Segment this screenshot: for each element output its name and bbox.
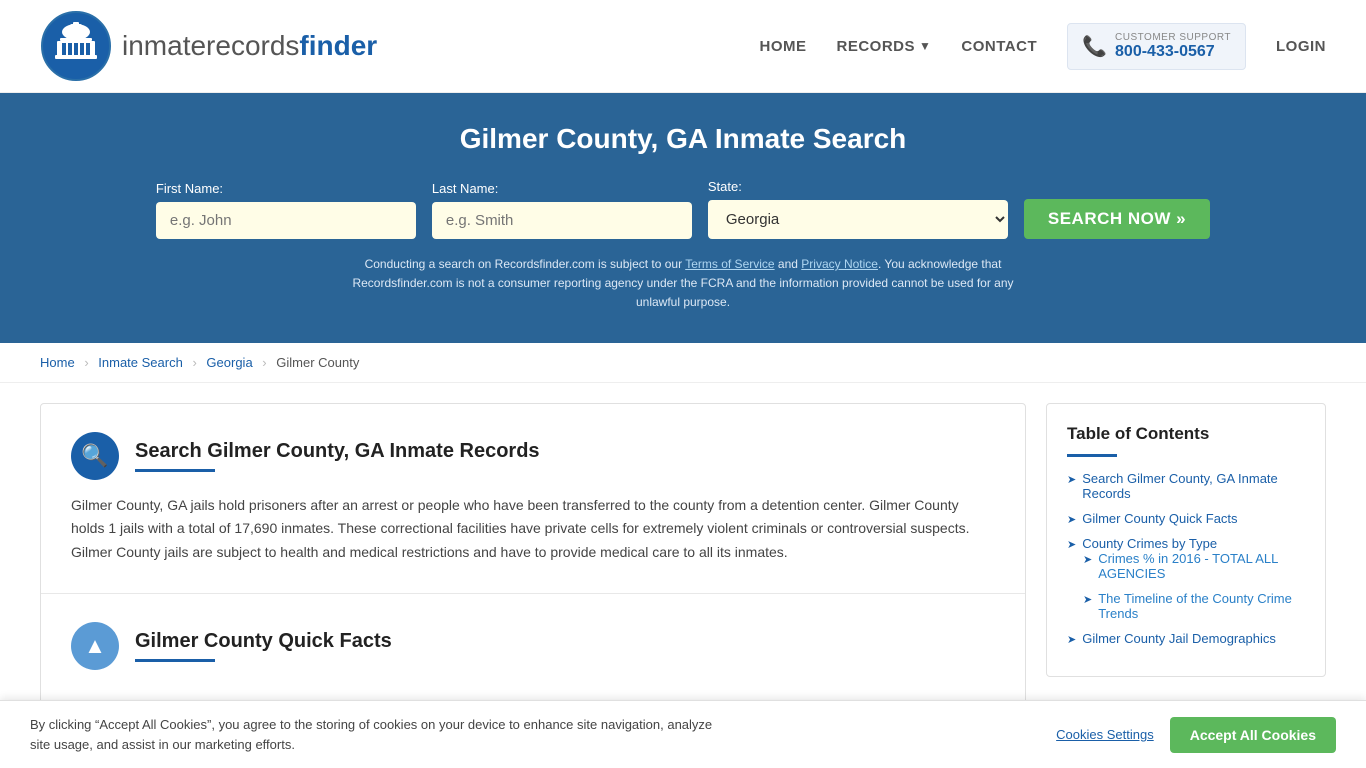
logo-icon xyxy=(40,10,112,82)
section2-title: Gilmer County Quick Facts xyxy=(135,630,392,653)
alert-icon-circle: ▲ xyxy=(71,622,119,670)
terms-link[interactable]: Terms of Service xyxy=(685,257,774,271)
state-label: State: xyxy=(708,179,742,194)
section1-header: 🔍 Search Gilmer County, GA Inmate Record… xyxy=(71,432,995,480)
chevron-right-icon-1: ➤ xyxy=(1067,513,1076,526)
site-header: inmaterecordsfinder HOME RECORDS ▼ CONTA… xyxy=(0,0,1366,93)
main-content: 🔍 Search Gilmer County, GA Inmate Record… xyxy=(40,403,1026,714)
hero-section: Gilmer County, GA Inmate Search First Na… xyxy=(0,93,1366,343)
phone-icon: 📞 xyxy=(1082,34,1107,59)
state-group: State: Georgia Alabama Alaska Arizona Ca… xyxy=(708,179,1008,239)
state-select[interactable]: Georgia Alabama Alaska Arizona Californi… xyxy=(708,200,1008,239)
toc-sub-link-1[interactable]: ➤ The Timeline of the County Crime Trend… xyxy=(1083,591,1305,621)
toc-divider xyxy=(1067,454,1117,457)
sidebar: Table of Contents ➤ Search Gilmer County… xyxy=(1046,403,1326,677)
cookie-banner: By clicking “Accept All Cookies”, you ag… xyxy=(0,700,1366,768)
toc-sub-item-1: ➤ The Timeline of the County Crime Trend… xyxy=(1083,591,1305,621)
toc-item-5: ➤ Gilmer County Jail Demographics xyxy=(1067,631,1305,646)
search-form: First Name: Last Name: State: Georgia Al… xyxy=(40,179,1326,239)
last-name-input[interactable] xyxy=(432,202,692,239)
breadcrumb-sep-1: › xyxy=(84,355,88,370)
chevron-right-icon-5: ➤ xyxy=(1067,633,1076,646)
breadcrumb: Home › Inmate Search › Georgia › Gilmer … xyxy=(0,343,1366,383)
toc-link-1[interactable]: ➤ Gilmer County Quick Facts xyxy=(1067,511,1305,526)
support-info: CUSTOMER SUPPORT 800-433-0567 xyxy=(1115,32,1231,61)
breadcrumb-home[interactable]: Home xyxy=(40,355,75,370)
toc-item-0: ➤ Search Gilmer County, GA Inmate Record… xyxy=(1067,471,1305,501)
breadcrumb-current: Gilmer County xyxy=(276,355,359,370)
toc-title: Table of Contents xyxy=(1067,424,1305,444)
logo[interactable]: inmaterecordsfinder xyxy=(40,10,377,82)
last-name-label: Last Name: xyxy=(432,181,498,196)
quick-facts-section: ▲ Gilmer County Quick Facts xyxy=(41,594,1025,713)
warning-icon: ▲ xyxy=(84,633,106,659)
cookie-actions: Cookies Settings Accept All Cookies xyxy=(1056,717,1336,753)
breadcrumb-sep-3: › xyxy=(262,355,266,370)
breadcrumb-sep-2: › xyxy=(192,355,196,370)
first-name-input[interactable] xyxy=(156,202,416,239)
breadcrumb-inmate-search[interactable]: Inmate Search xyxy=(98,355,183,370)
toc-item-2: ➤ County Crimes by Type ➤ Crimes % in 20… xyxy=(1067,536,1305,621)
search-records-section: 🔍 Search Gilmer County, GA Inmate Record… xyxy=(41,404,1025,594)
section2-title-block: Gilmer County Quick Facts xyxy=(135,630,392,662)
customer-support-box[interactable]: 📞 CUSTOMER SUPPORT 800-433-0567 xyxy=(1067,23,1246,70)
chevron-right-icon-0: ➤ xyxy=(1067,473,1076,486)
search-icon-circle: 🔍 xyxy=(71,432,119,480)
section1-title-block: Search Gilmer County, GA Inmate Records xyxy=(135,440,540,472)
nav-login[interactable]: LOGIN xyxy=(1276,38,1326,55)
page-title: Gilmer County, GA Inmate Search xyxy=(40,123,1326,155)
cookie-accept-button[interactable]: Accept All Cookies xyxy=(1170,717,1336,753)
magnifier-icon: 🔍 xyxy=(81,443,108,469)
section2-underline xyxy=(135,659,215,662)
first-name-group: First Name: xyxy=(156,181,416,239)
nav-contact[interactable]: CONTACT xyxy=(961,38,1037,55)
main-nav: HOME RECORDS ▼ CONTACT 📞 CUSTOMER SUPPOR… xyxy=(759,23,1326,70)
logo-text: inmaterecordsfinder xyxy=(122,30,377,62)
chevron-right-sub-icon-0: ➤ xyxy=(1083,553,1092,566)
cookie-settings-button[interactable]: Cookies Settings xyxy=(1056,727,1154,742)
nav-records[interactable]: RECORDS ▼ xyxy=(836,38,931,55)
chevron-right-icon-2: ➤ xyxy=(1067,538,1076,551)
chevron-down-icon: ▼ xyxy=(919,39,931,53)
privacy-link[interactable]: Privacy Notice xyxy=(801,257,878,271)
breadcrumb-georgia[interactable]: Georgia xyxy=(206,355,252,370)
section2-header: ▲ Gilmer County Quick Facts xyxy=(71,622,995,670)
toc-link-2[interactable]: ➤ County Crimes by Type xyxy=(1067,536,1305,551)
content-area: 🔍 Search Gilmer County, GA Inmate Record… xyxy=(0,383,1366,734)
toc-sub-item-0: ➤ Crimes % in 2016 - TOTAL ALL AGENCIES xyxy=(1083,551,1305,581)
toc-link-0[interactable]: ➤ Search Gilmer County, GA Inmate Record… xyxy=(1067,471,1305,501)
section1-title: Search Gilmer County, GA Inmate Records xyxy=(135,440,540,463)
toc-list: ➤ Search Gilmer County, GA Inmate Record… xyxy=(1067,471,1305,646)
hero-disclaimer: Conducting a search on Recordsfinder.com… xyxy=(333,255,1033,313)
toc-sub-link-0[interactable]: ➤ Crimes % in 2016 - TOTAL ALL AGENCIES xyxy=(1083,551,1305,581)
cookie-text: By clicking “Accept All Cookies”, you ag… xyxy=(30,715,730,754)
nav-home[interactable]: HOME xyxy=(759,38,806,55)
toc-sub-list: ➤ Crimes % in 2016 - TOTAL ALL AGENCIES … xyxy=(1083,551,1305,621)
section1-body: Gilmer County, GA jails hold prisoners a… xyxy=(71,494,995,565)
chevron-right-sub-icon-1: ➤ xyxy=(1083,593,1092,606)
search-button[interactable]: SEARCH NOW » xyxy=(1024,199,1210,239)
toc-link-5[interactable]: ➤ Gilmer County Jail Demographics xyxy=(1067,631,1305,646)
last-name-group: Last Name: xyxy=(432,181,692,239)
first-name-label: First Name: xyxy=(156,181,223,196)
toc-item-1: ➤ Gilmer County Quick Facts xyxy=(1067,511,1305,526)
section1-underline xyxy=(135,469,215,472)
